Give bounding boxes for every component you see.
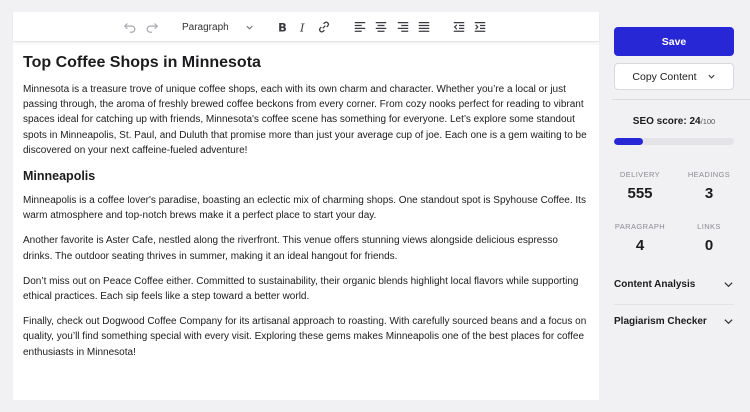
section-heading: Minneapolis (23, 169, 96, 184)
document-body[interactable]: Top Coffee Shops in Minnesota Minnesota … (13, 42, 599, 360)
stat-value: 3 (704, 185, 714, 202)
stat-label: PARAGRAPH (614, 222, 666, 231)
align-right-icon[interactable] (394, 18, 412, 36)
body-paragraph: Don’t miss out on Peace Coffee either. C… (23, 275, 579, 303)
editor-panel: Paragraph B I Top Coffee Shops in Minnes… (13, 12, 599, 400)
seo-score-max: /100 (700, 117, 716, 126)
link-icon[interactable] (315, 18, 333, 36)
align-left-icon[interactable] (351, 18, 369, 36)
italic-icon[interactable]: I (294, 18, 312, 36)
indent-icon[interactable] (471, 18, 489, 36)
document-title: Top Coffee Shops in Minnesota (23, 54, 261, 71)
undo-icon[interactable] (121, 18, 139, 36)
svg-text:I: I (299, 20, 305, 34)
stat-value: 4 (635, 237, 645, 254)
seo-progress-bar (614, 138, 734, 145)
align-justify-icon[interactable] (415, 18, 433, 36)
stat-paragraph: PARAGRAPH 4 (610, 222, 670, 254)
format-select[interactable]: Paragraph (178, 18, 256, 36)
align-center-icon[interactable] (372, 18, 390, 36)
seo-score: SEO score: 24/100 (614, 116, 734, 127)
chevron-down-icon (246, 25, 253, 30)
sidebar: Save Copy Content SEO score: 24/100 DELI… (612, 0, 750, 412)
stat-links: LINKS 0 (679, 222, 739, 254)
stat-label: HEADINGS (687, 170, 731, 179)
plagiarism-checker-accordion[interactable]: Plagiarism Checker (614, 316, 734, 327)
divider (612, 99, 750, 100)
body-paragraph: Minneapolis is a coffee lover's paradise… (23, 195, 586, 222)
svg-text:B: B (278, 20, 287, 34)
editor-toolbar: Paragraph B I (13, 12, 599, 42)
seo-progress-fill (614, 138, 643, 145)
stat-label: LINKS (697, 222, 721, 231)
stat-label: DELIVERY (619, 170, 661, 179)
accordion-label: Plagiarism Checker (614, 316, 707, 327)
chevron-down-icon (724, 319, 733, 325)
stat-value: 0 (704, 237, 714, 254)
chevron-down-icon (708, 74, 715, 79)
copy-content-button[interactable]: Copy Content (614, 63, 734, 90)
seo-score-value: 24 (689, 116, 701, 127)
divider (614, 304, 734, 305)
stat-headings: HEADINGS 3 (679, 170, 739, 202)
seo-score-label: SEO score: (632, 116, 687, 127)
format-select-value: Paragraph (182, 21, 229, 33)
save-button[interactable]: Save (614, 27, 734, 56)
body-paragraph: Finally, check out Dogwood Coffee Compan… (23, 316, 587, 358)
stat-delivery: DELIVERY 555 (610, 170, 670, 202)
redo-icon[interactable] (143, 18, 161, 36)
content-analysis-accordion[interactable]: Content Analysis (614, 279, 734, 290)
intro-paragraph: Minnesota is a treasure trove of unique … (23, 84, 587, 156)
copy-content-label: Copy Content (632, 70, 697, 83)
accordion-label: Content Analysis (614, 279, 696, 290)
stat-value: 555 (627, 185, 653, 202)
body-paragraph: Another favorite is Aster Cafe, nestled … (23, 235, 558, 262)
bold-icon[interactable]: B (273, 18, 291, 36)
chevron-down-icon (724, 282, 733, 288)
outdent-icon[interactable] (450, 18, 468, 36)
